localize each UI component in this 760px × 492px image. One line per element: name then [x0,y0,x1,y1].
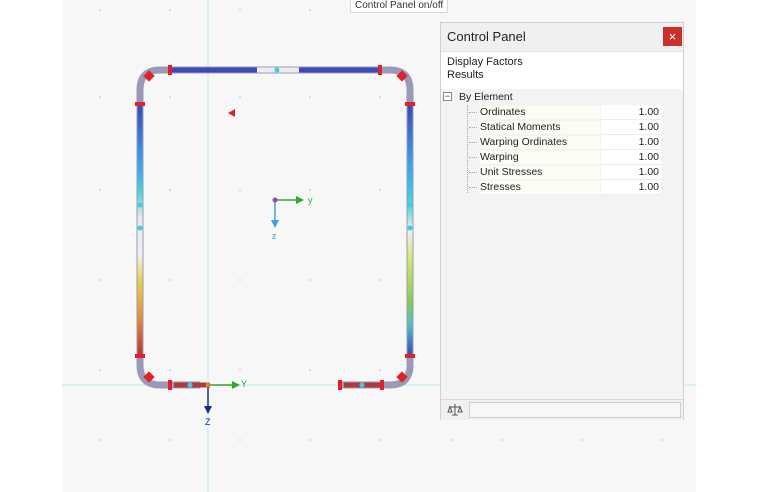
tree-row-unit-stresses[interactable]: Unit Stresses 1.00 [469,165,683,180]
row-value-field[interactable]: 1.00 [601,120,661,135]
row-label: Ordinates [480,106,526,118]
panel-header: Control Panel × [441,23,683,52]
row-value: 1.00 [638,181,659,193]
row-label: Warping Ordinates [480,136,568,148]
row-value: 1.00 [638,136,659,148]
footer-input[interactable] [469,402,681,418]
tree-row-warping[interactable]: Warping 1.00 [469,150,683,165]
origin-axes [204,381,240,414]
row-value: 1.00 [638,121,659,133]
row-value: 1.00 [638,151,659,163]
tree-row-statical-moments[interactable]: Statical Moments 1.00 [469,120,683,135]
row-value-field[interactable]: 1.00 [601,150,661,165]
row-label: Unit Stresses [480,166,543,178]
active-row-pointer-icon [228,109,235,117]
balance-scale-icon[interactable] [447,402,463,423]
collapse-icon[interactable]: − [443,92,452,101]
row-value-field[interactable]: 1.00 [601,135,661,150]
tree-row-warping-ordinates[interactable]: Warping Ordinates 1.00 [469,135,683,150]
display-factors-tree: − By Element Ordinates 1.00 Statical Mom… [441,89,683,399]
row-label: Stresses [480,181,521,193]
tree-connector [467,105,468,193]
center-y-axis-label: y [308,195,313,205]
tree-row-ordinates[interactable]: Ordinates 1.00 [469,105,683,120]
control-panel-tooltip: Control Panel on/off [350,0,449,13]
display-factors-label: Display Factors [447,56,523,68]
row-value-field[interactable]: 1.00 [601,180,661,195]
tree-row-stresses[interactable]: Stresses 1.00 [469,180,683,195]
row-value-field[interactable]: 1.00 [601,105,661,120]
origin-z-axis-label: Z [205,417,211,427]
tree-group-label: By Element [459,91,513,103]
row-label: Warping [480,151,519,163]
control-panel: Control Panel × Display Factors Results … [440,22,684,420]
row-value: 1.00 [638,106,659,118]
centroid-axes [271,196,304,228]
row-value: 1.00 [638,166,659,178]
row-value-field[interactable]: 1.00 [601,165,661,180]
origin-y-axis-label: Y [241,379,248,389]
panel-footer [441,399,683,420]
center-z-axis-label: z [272,231,277,241]
row-label: Statical Moments [480,121,561,133]
panel-title: Control Panel [447,29,526,44]
close-button[interactable]: × [663,27,682,46]
results-label: Results [447,69,484,81]
tree-group-by-element[interactable]: − By Element [443,91,683,104]
